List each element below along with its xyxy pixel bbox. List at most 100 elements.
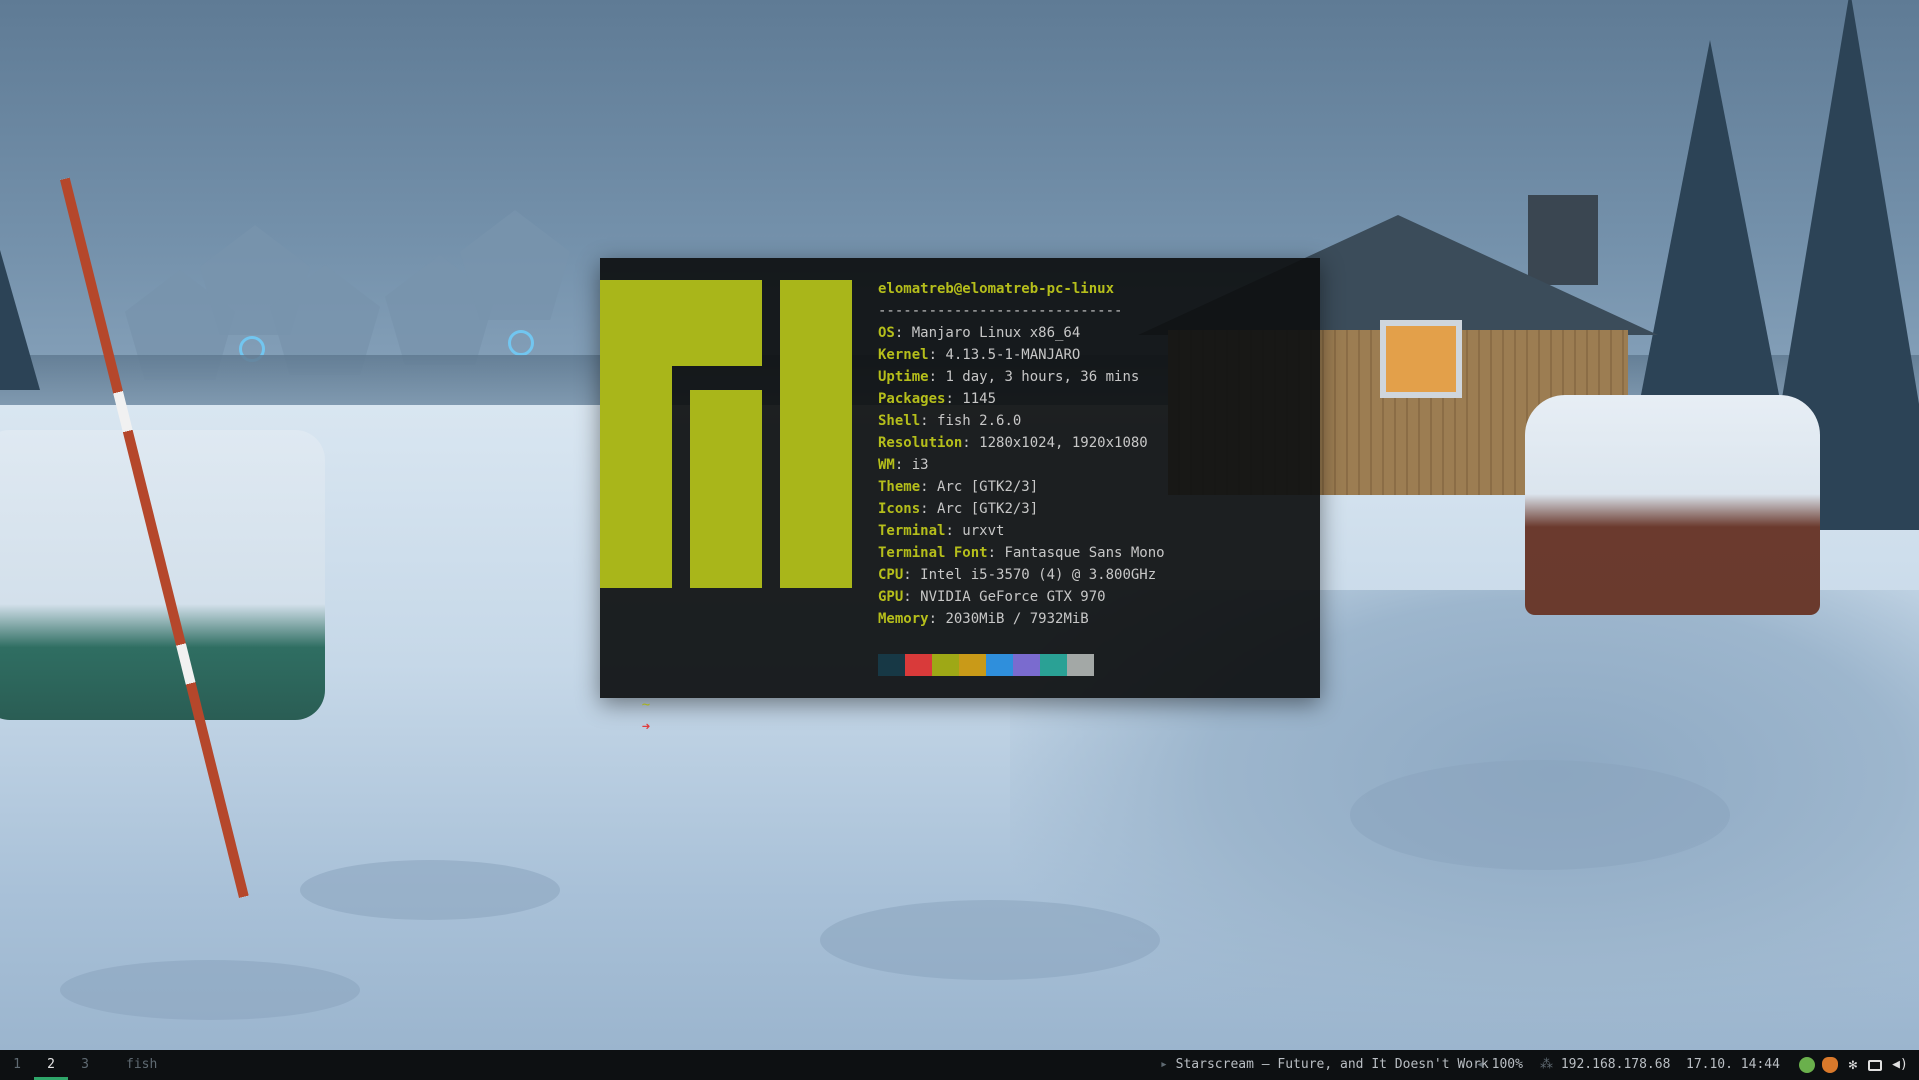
info-row: Theme: Arc [GTK2/3] <box>878 476 1165 498</box>
pidgin-icon[interactable] <box>1822 1057 1838 1073</box>
info-colon: : <box>945 523 963 539</box>
info-key: OS <box>878 325 895 341</box>
palette-swatch <box>905 654 932 676</box>
palette-swatch <box>1040 654 1067 676</box>
manjaro-logo-bar <box>780 280 852 588</box>
separator: ----------------------------- <box>878 303 1123 319</box>
info-row: GPU: NVIDIA GeForce GTX 970 <box>878 586 1165 608</box>
info-row: Terminal Font: Fantasque Sans Mono <box>878 542 1165 564</box>
info-colon: : <box>928 369 946 385</box>
focused-window-title: fish <box>126 1057 158 1072</box>
info-row: Packages: 1145 <box>878 388 1165 410</box>
volume-status[interactable]: ◂ 100% <box>1476 1050 1523 1080</box>
info-value: Fantasque Sans Mono <box>1004 545 1165 561</box>
palette-swatch <box>1013 654 1040 676</box>
user-host-line: elomatreb@elomatreb-pc-linux <box>878 278 1165 300</box>
display-icon[interactable] <box>1868 1060 1882 1071</box>
wallpaper-tree <box>0 250 40 390</box>
settings-icon[interactable]: ✻ <box>1845 1057 1861 1073</box>
info-row: Shell: fish 2.6.0 <box>878 410 1165 432</box>
terminal-window[interactable]: ~ ➜ neofetch elomatreb@elomatreb-pc-linu… <box>600 258 1320 735</box>
info-key: Resolution <box>878 435 963 451</box>
volume-tray-icon[interactable]: ◀) <box>1890 1057 1910 1073</box>
info-key: GPU <box>878 589 904 605</box>
info-value: 1145 <box>962 391 997 407</box>
info-value: NVIDIA GeForce GTX 970 <box>920 589 1106 605</box>
info-key: CPU <box>878 567 904 583</box>
info-key: Icons <box>878 501 921 517</box>
wallpaper-puddle <box>300 860 560 920</box>
info-key: WM <box>878 457 895 473</box>
info-value: 1 day, 3 hours, 36 mins <box>945 369 1140 385</box>
info-row: Kernel: 4.13.5-1-MANJARO <box>878 344 1165 366</box>
prompt-line-current[interactable]: ~ ➜ <box>608 672 650 760</box>
info-row: Resolution: 1280x1024, 1920x1080 <box>878 432 1165 454</box>
play-icon: ▸ <box>1160 1057 1168 1072</box>
info-colon: : <box>987 545 1005 561</box>
info-value: Arc [GTK2/3] <box>937 501 1039 517</box>
manjaro-logo <box>600 280 852 588</box>
palette-swatch <box>986 654 1013 676</box>
info-key: Uptime <box>878 369 929 385</box>
info-colon: : <box>920 501 938 517</box>
manjaro-logo-bar <box>690 390 762 588</box>
info-key: Terminal <box>878 523 946 539</box>
palette-swatch <box>959 654 986 676</box>
wallpaper-van-right <box>1525 395 1820 615</box>
info-colon: : <box>903 567 921 583</box>
wallpaper-tree <box>1640 40 1780 400</box>
wallpaper-puddle <box>820 900 1160 980</box>
info-value: Arc [GTK2/3] <box>937 479 1039 495</box>
workspace-1[interactable]: 1 <box>0 1050 34 1080</box>
palette-swatch <box>878 654 905 676</box>
info-colon: : <box>903 589 921 605</box>
color-palette <box>878 654 1094 676</box>
wallpaper-puddle <box>1350 760 1730 870</box>
info-key: Shell <box>878 413 921 429</box>
info-value: i3 <box>911 457 929 473</box>
info-colon: : <box>920 479 938 495</box>
system-info: elomatreb@elomatreb-pc-linux -----------… <box>878 278 1165 630</box>
info-row: Terminal: urxvt <box>878 520 1165 542</box>
now-playing[interactable]: ▸ Starscream – Future, and It Doesn't Wo… <box>1160 1050 1489 1080</box>
info-colon: : <box>928 347 946 363</box>
info-colon: : <box>928 611 946 627</box>
info-colon: : <box>962 435 980 451</box>
info-value: 2030MiB / 7932MiB <box>945 611 1089 627</box>
info-value: urxvt <box>962 523 1005 539</box>
info-value: Manjaro Linux x86_64 <box>911 325 1081 341</box>
palette-swatch <box>1067 654 1094 676</box>
i3-status-bar: 1 2 3 fish ▸ Starscream – Future, and It… <box>0 1050 1919 1080</box>
info-colon: : <box>920 413 938 429</box>
speaker-icon: ◂ <box>1476 1057 1484 1072</box>
info-key: Theme <box>878 479 921 495</box>
info-row: CPU: Intel i5-3570 (4) @ 3.800GHz <box>878 564 1165 586</box>
ip-text: 192.168.178.68 <box>1560 1057 1671 1072</box>
user-host: elomatreb@elomatreb-pc-linux <box>878 281 1115 297</box>
info-colon: : <box>894 457 912 473</box>
wallpaper-ring-light <box>508 330 534 356</box>
info-value: 4.13.5-1-MANJARO <box>945 347 1081 363</box>
network-status: ⁂ 192.168.178.68 <box>1540 1050 1670 1080</box>
workspace-3[interactable]: 3 <box>68 1050 102 1080</box>
separator-line: ----------------------------- <box>878 300 1165 322</box>
workspace-2[interactable]: 2 <box>34 1050 68 1080</box>
info-key: Packages <box>878 391 946 407</box>
now-playing-text: Starscream – Future, and It Doesn't Work <box>1175 1057 1489 1072</box>
palette-swatch <box>932 654 959 676</box>
info-value: 1280x1024, 1920x1080 <box>979 435 1148 451</box>
volume-text: 100% <box>1491 1057 1523 1072</box>
clock: 17.10. 14:44 <box>1686 1057 1780 1072</box>
info-value: fish 2.6.0 <box>937 413 1022 429</box>
info-value: Intel i5-3570 (4) @ 3.800GHz <box>920 567 1157 583</box>
info-colon: : <box>945 391 963 407</box>
info-row: Memory: 2030MiB / 7932MiB <box>878 608 1165 630</box>
prompt-arrow-icon: ➜ <box>641 719 651 735</box>
info-row: OS: Manjaro Linux x86_64 <box>878 322 1165 344</box>
info-row: Uptime: 1 day, 3 hours, 36 mins <box>878 366 1165 388</box>
info-colon: : <box>894 325 912 341</box>
network-icon: ⁂ <box>1540 1057 1553 1072</box>
info-row: Icons: Arc [GTK2/3] <box>878 498 1165 520</box>
info-key: Terminal Font <box>878 545 988 561</box>
app-icon[interactable] <box>1799 1057 1815 1073</box>
